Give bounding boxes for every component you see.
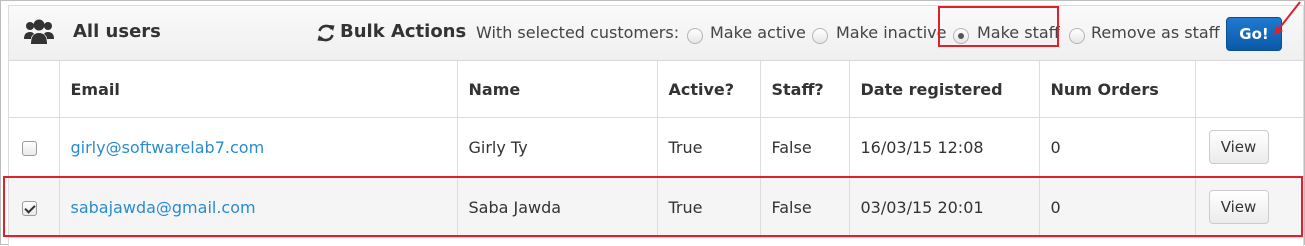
table-row: sabajawda@gmail.com Saba Jawda True Fals… (9, 176, 1303, 238)
row-select-cell (9, 117, 60, 177)
annotation-arrow-icon (1274, 1, 1301, 35)
num-orders-cell: 0 (1039, 176, 1196, 238)
row-checkbox[interactable] (22, 200, 37, 216)
table-header-row: Email Name Active? Staff? Date registere… (9, 61, 1303, 118)
actions-column-header (1195, 61, 1303, 118)
view-button[interactable]: View (1208, 190, 1269, 224)
bulk-actions-title: Bulk Actions (340, 21, 467, 42)
name-cell: Girly Ty (457, 117, 658, 177)
email-cell: sabajawda@gmail.com (59, 176, 458, 238)
staff-cell: False (760, 176, 850, 238)
actions-cell: View (1195, 117, 1303, 177)
view-button[interactable]: View (1208, 130, 1269, 164)
row-select-cell (9, 176, 60, 238)
date-registered-cell: 16/03/15 12:08 (849, 117, 1040, 177)
column-header-name[interactable]: Name (457, 61, 658, 118)
radio-make-active[interactable] (687, 28, 703, 44)
actions-cell: View (1195, 176, 1303, 238)
table-row: girly@softwarelab7.com Girly Ty True Fal… (9, 117, 1303, 177)
name-cell: Saba Jawda (457, 176, 658, 238)
radio-make-inactive[interactable] (812, 28, 828, 44)
staff-cell: False (760, 117, 850, 177)
column-header-active[interactable]: Active? (657, 61, 761, 118)
active-cell: True (657, 176, 761, 238)
make-staff-highlight-box (938, 6, 1059, 47)
users-panel: All users Bulk Actions With selected cus… (8, 5, 1304, 246)
users-table: Email Name Active? Staff? Date registere… (9, 61, 1303, 238)
panel-title: All users (73, 21, 161, 42)
column-header-date-registered[interactable]: Date registered (849, 61, 1040, 118)
email-link[interactable]: sabajawda@gmail.com (71, 198, 256, 217)
refresh-icon (317, 24, 335, 42)
active-cell: True (657, 117, 761, 177)
column-header-staff[interactable]: Staff? (760, 61, 850, 118)
radio-label-make-inactive: Make inactive (836, 23, 947, 42)
email-link[interactable]: girly@softwarelab7.com (71, 138, 265, 157)
column-header-email[interactable]: Email (59, 61, 458, 118)
panel-heading: All users Bulk Actions With selected cus… (9, 6, 1303, 61)
radio-remove-staff[interactable] (1069, 28, 1085, 44)
column-header-num-orders[interactable]: Num Orders (1039, 61, 1196, 118)
radio-label-remove-staff: Remove as staff (1091, 23, 1220, 42)
date-registered-cell: 03/03/15 20:01 (849, 176, 1040, 238)
bulk-actions-label: With selected customers: (476, 23, 680, 42)
row-checkbox[interactable] (22, 140, 37, 156)
email-cell: girly@softwarelab7.com (59, 117, 458, 177)
radio-label-make-active: Make active (710, 23, 806, 42)
users-icon (24, 19, 54, 44)
num-orders-cell: 0 (1039, 117, 1196, 177)
select-column-header (9, 61, 60, 118)
